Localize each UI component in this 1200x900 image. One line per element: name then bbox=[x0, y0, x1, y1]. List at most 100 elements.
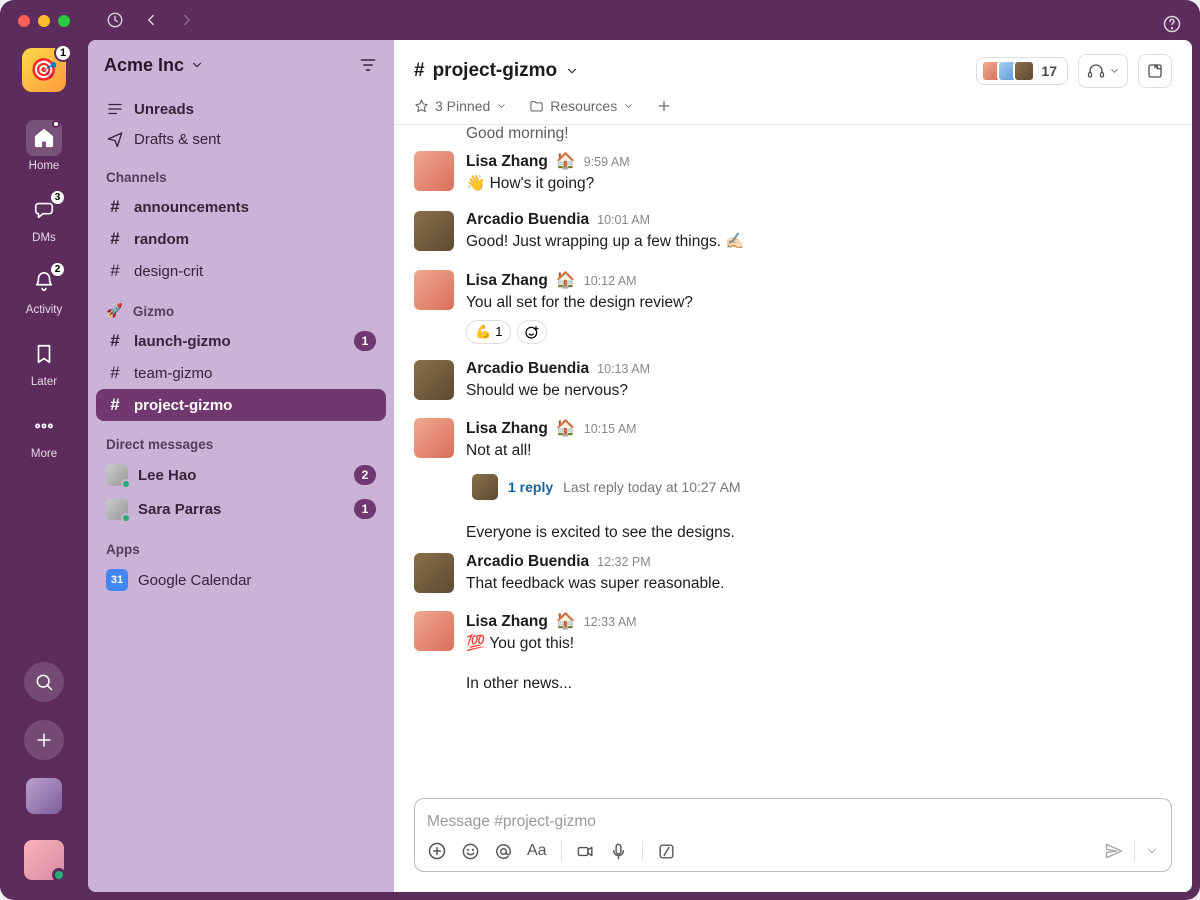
help-icon[interactable] bbox=[1162, 14, 1182, 34]
thread-link[interactable]: 1 replyLast reply today at 10:27 AM bbox=[466, 470, 1172, 504]
compose-button[interactable] bbox=[24, 720, 64, 760]
secondary-avatar[interactable] bbox=[26, 778, 62, 814]
channel-label: project-gizmo bbox=[134, 397, 232, 414]
rail-more-label: More bbox=[31, 448, 57, 460]
rail-more[interactable]: More bbox=[0, 400, 88, 468]
message-avatar[interactable] bbox=[414, 270, 454, 310]
message-avatar[interactable] bbox=[414, 360, 454, 400]
search-button[interactable] bbox=[24, 662, 64, 702]
add-reaction[interactable] bbox=[517, 320, 547, 344]
message-author[interactable]: Lisa Zhang bbox=[466, 272, 548, 290]
sidebar-drafts[interactable]: Drafts & sent bbox=[96, 124, 386, 154]
send-options[interactable] bbox=[1145, 844, 1159, 858]
emoji-button[interactable] bbox=[461, 842, 480, 861]
pinned-button[interactable]: 3 Pinned bbox=[414, 98, 507, 114]
message-input[interactable] bbox=[427, 809, 1159, 841]
maximize-window[interactable] bbox=[58, 15, 70, 27]
app-google-calendar[interactable]: 31Google Calendar bbox=[96, 563, 386, 597]
message-author[interactable]: Arcadio Buendia bbox=[466, 553, 589, 571]
member-avatars bbox=[981, 60, 1035, 82]
message[interactable]: Lisa Zhang🏠12:33 AM💯 You got this! bbox=[414, 603, 1172, 663]
message-author[interactable]: Lisa Zhang bbox=[466, 153, 548, 171]
unread-badge: 1 bbox=[354, 499, 376, 519]
back-icon[interactable] bbox=[142, 11, 160, 29]
format-button[interactable]: Aa bbox=[527, 842, 547, 860]
message-author[interactable]: Arcadio Buendia bbox=[466, 360, 589, 378]
shortcuts-button[interactable] bbox=[657, 842, 676, 861]
canvas-button[interactable] bbox=[1138, 54, 1172, 88]
window-controls[interactable] bbox=[18, 15, 70, 27]
status-emoji: 🏠 bbox=[556, 611, 576, 631]
message-avatar[interactable] bbox=[414, 211, 454, 251]
thread-avatar bbox=[472, 474, 498, 500]
apps-header[interactable]: Apps bbox=[96, 526, 386, 563]
forward-icon[interactable] bbox=[178, 11, 196, 29]
gizmo-header[interactable]: 🚀Gizmo bbox=[96, 287, 386, 325]
rail-home[interactable]: Home bbox=[0, 112, 88, 180]
minimize-window[interactable] bbox=[38, 15, 50, 27]
huddle-button[interactable] bbox=[1078, 54, 1128, 88]
message-author[interactable]: Lisa Zhang bbox=[466, 613, 548, 631]
channel-design-crit[interactable]: #design-crit bbox=[96, 255, 386, 287]
channel-team-gizmo[interactable]: #team-gizmo bbox=[96, 357, 386, 389]
channel-launch-gizmo[interactable]: #launch-gizmo1 bbox=[96, 325, 386, 357]
dms-header[interactable]: Direct messages bbox=[96, 421, 386, 458]
message-avatar[interactable] bbox=[414, 418, 454, 458]
hash-icon: # bbox=[106, 395, 124, 415]
rail-later[interactable]: Later bbox=[0, 328, 88, 396]
message-avatar[interactable] bbox=[414, 151, 454, 191]
user-avatar[interactable] bbox=[24, 840, 64, 880]
canvas-icon bbox=[1146, 62, 1164, 80]
message-author[interactable]: Lisa Zhang bbox=[466, 420, 548, 438]
members-button[interactable]: 17 bbox=[976, 57, 1068, 85]
home-icon bbox=[33, 127, 55, 149]
channel-random[interactable]: #random bbox=[96, 223, 386, 255]
rail-home-label: Home bbox=[29, 160, 60, 172]
channel-announcements[interactable]: #announcements bbox=[96, 191, 386, 223]
message[interactable]: Lisa Zhang🏠10:15 AMNot at all!1 replyLas… bbox=[414, 410, 1172, 512]
message[interactable]: Arcadio Buendia10:01 AMGood! Just wrappi… bbox=[414, 203, 1172, 261]
chevron-down-icon bbox=[496, 99, 507, 113]
message-text: That feedback was super reasonable. bbox=[466, 572, 1172, 595]
dm-sara-parras[interactable]: Sara Parras1 bbox=[96, 492, 386, 526]
message-author[interactable]: Arcadio Buendia bbox=[466, 211, 589, 229]
workspace-header[interactable]: Acme Inc bbox=[88, 40, 394, 90]
message[interactable]: Arcadio Buendia12:32 PMThat feedback was… bbox=[414, 545, 1172, 603]
channel-title[interactable]: # project-gizmo bbox=[414, 60, 579, 82]
audio-button[interactable] bbox=[609, 842, 628, 861]
resources-button[interactable]: Resources bbox=[529, 98, 634, 114]
sidebar-unreads[interactable]: Unreads bbox=[96, 94, 386, 124]
channel-project-gizmo[interactable]: # project-gizmo bbox=[96, 389, 386, 421]
close-window[interactable] bbox=[18, 15, 30, 27]
message-text: Not at all! bbox=[466, 439, 1172, 462]
message[interactable]: Lisa Zhang🏠9:59 AM👋 How's it going? bbox=[414, 143, 1172, 203]
channel-sidebar: Acme Inc Unreads Drafts & sent Channels … bbox=[88, 40, 394, 892]
title-bar bbox=[0, 0, 1200, 40]
message-text: You all set for the design review? bbox=[466, 291, 1172, 314]
rail-activity[interactable]: 2 Activity bbox=[0, 256, 88, 324]
send-button[interactable] bbox=[1104, 841, 1124, 861]
app-icon: 31 bbox=[106, 569, 128, 591]
dm-avatar bbox=[106, 464, 128, 486]
message[interactable]: Arcadio Buendia10:13 AMShould we be nerv… bbox=[414, 352, 1172, 410]
message-avatar[interactable] bbox=[414, 553, 454, 593]
message[interactable]: Lisa Zhang🏠10:12 AMYou all set for the d… bbox=[414, 262, 1172, 352]
message-composer[interactable]: Aa bbox=[414, 798, 1172, 872]
send-icon bbox=[106, 130, 124, 148]
add-bookmark-button[interactable] bbox=[656, 98, 672, 114]
attach-button[interactable] bbox=[427, 841, 447, 861]
rail-dms[interactable]: 3 DMs bbox=[0, 184, 88, 252]
message-list[interactable]: Good morning! Lisa Zhang🏠9:59 AM👋 How's … bbox=[394, 125, 1192, 798]
message-text: 💯 You got this! bbox=[466, 632, 1172, 655]
filter-icon[interactable] bbox=[358, 55, 378, 75]
channels-header[interactable]: Channels bbox=[96, 154, 386, 191]
video-button[interactable] bbox=[576, 842, 595, 861]
folder-icon bbox=[529, 99, 544, 114]
workspace-switcher[interactable]: 🎯 1 bbox=[22, 48, 66, 92]
dm-lee-hao[interactable]: Lee Hao2 bbox=[96, 458, 386, 492]
workspace-name: Acme Inc bbox=[104, 55, 184, 76]
reaction[interactable]: 💪 1 bbox=[466, 320, 511, 344]
mention-button[interactable] bbox=[494, 842, 513, 861]
message-avatar[interactable] bbox=[414, 611, 454, 651]
history-icon[interactable] bbox=[106, 11, 124, 29]
